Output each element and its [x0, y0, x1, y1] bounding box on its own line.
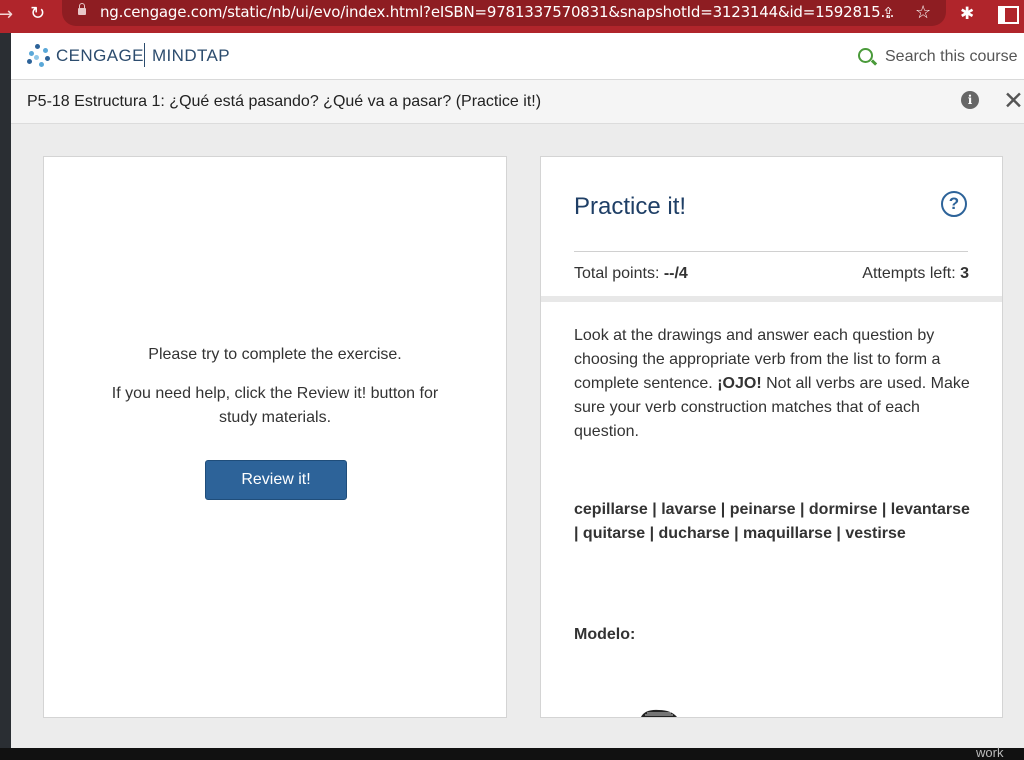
- bottom-strip: [0, 748, 1024, 760]
- total-points: Total points: --/4: [574, 265, 688, 283]
- browser-toolbar: → ↻ ng.cengage.com/static/nb/ui/evo/inde…: [0, 0, 1024, 33]
- activity-content: Please try to complete the exercise. If …: [11, 124, 1024, 748]
- lock-icon: [78, 3, 86, 15]
- page-title: P5-18 Estructura 1: ¿Qué está pasando? ¿…: [27, 93, 542, 110]
- brand-cengage[interactable]: CENGAGE: [56, 46, 144, 66]
- close-icon[interactable]: ✕: [1003, 86, 1024, 115]
- ojo-label: ¡OJO!: [717, 375, 762, 392]
- bookmark-star-icon[interactable]: ☆: [915, 2, 931, 23]
- attempts-label: Attempts left:: [862, 265, 961, 282]
- practice-title: Practice it!: [574, 193, 687, 220]
- attempts-value: 3: [960, 265, 969, 282]
- help-message: If you need help, click the Review it! b…: [111, 385, 439, 426]
- instructions-text: Look at the drawings and answer each que…: [574, 324, 970, 444]
- total-points-value: --/4: [663, 265, 688, 282]
- reload-icon[interactable]: ↻: [30, 3, 45, 24]
- search-icon[interactable]: [858, 48, 873, 63]
- search-course-link[interactable]: Search this course: [885, 48, 1018, 66]
- brand-mindtap[interactable]: MINDTAP: [152, 46, 230, 66]
- back-arrow-icon[interactable]: →: [0, 4, 13, 25]
- corner-text: work: [976, 745, 1004, 760]
- review-panel: Please try to complete the exercise. If …: [43, 156, 507, 718]
- window-sidebar-icon[interactable]: [998, 6, 1019, 24]
- practice-panel: Practice it! ? Total points: --/4 Attemp…: [540, 156, 1003, 718]
- cengage-logo-icon: [26, 43, 52, 69]
- address-bar[interactable]: ng.cengage.com/static/nb/ui/evo/index.ht…: [62, 0, 946, 26]
- app-header: CENGAGE MINDTAP Search this course: [11, 33, 1024, 80]
- share-icon[interactable]: ⇪: [882, 4, 895, 22]
- header-divider: [574, 251, 968, 252]
- complete-exercise-message: Please try to complete the exercise.: [148, 346, 402, 363]
- drawing-image: [641, 709, 677, 717]
- review-it-button[interactable]: Review it!: [205, 460, 347, 500]
- left-edge-strip: [0, 33, 11, 748]
- info-icon[interactable]: i: [961, 91, 979, 109]
- total-points-label: Total points:: [574, 265, 664, 282]
- modelo-label: Modelo:: [574, 626, 636, 643]
- help-question-icon[interactable]: ?: [941, 191, 967, 217]
- url-text[interactable]: ng.cengage.com/static/nb/ui/evo/index.ht…: [100, 3, 894, 21]
- activity-title-bar: P5-18 Estructura 1: ¿Qué está pasando? ¿…: [11, 80, 1024, 124]
- brand-separator: [144, 43, 145, 67]
- attempts-left: Attempts left: 3: [862, 265, 969, 283]
- verb-list: cepillarse | lavarse | peinarse | dormir…: [574, 501, 970, 542]
- extensions-puzzle-icon[interactable]: ✱: [960, 4, 974, 24]
- practice-header: Practice it! ? Total points: --/4 Attemp…: [541, 157, 1002, 302]
